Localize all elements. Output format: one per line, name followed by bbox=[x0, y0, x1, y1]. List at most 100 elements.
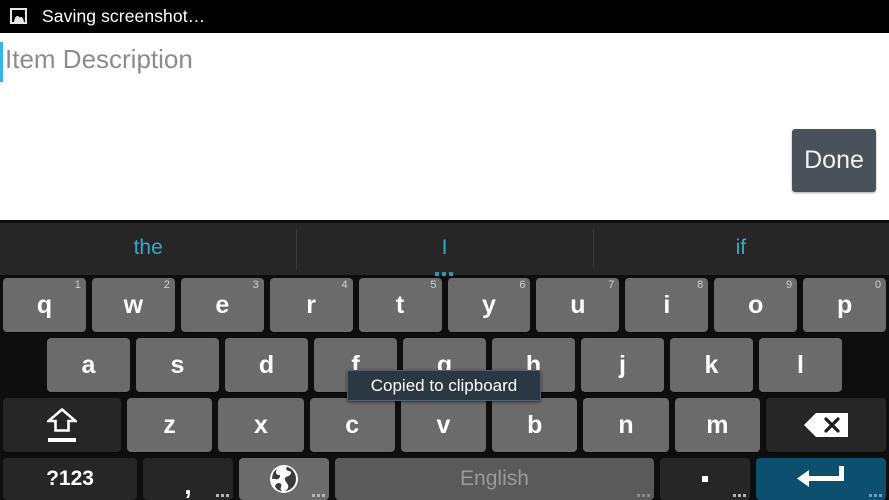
shift-key[interactable] bbox=[3, 398, 121, 452]
long-press-hint-icon bbox=[733, 494, 746, 497]
long-press-hint-icon bbox=[869, 494, 882, 497]
suggestion-label: the bbox=[133, 235, 163, 259]
long-press-hint-icon bbox=[312, 494, 325, 497]
key-number-hint: 2 bbox=[163, 279, 170, 291]
key-label bbox=[702, 476, 708, 482]
key-l[interactable]: l bbox=[759, 338, 842, 392]
key-label: u bbox=[570, 290, 586, 319]
key-p[interactable]: p 0 bbox=[803, 278, 887, 332]
text-caret bbox=[0, 42, 3, 82]
key-label: t bbox=[395, 290, 405, 319]
key-label: j bbox=[619, 350, 626, 379]
onscreen-keyboard: the I if q 1 w 2 e 3 r 4 t 5 y 6 u 7 i 8… bbox=[0, 220, 889, 500]
key-label: ?123 bbox=[46, 467, 94, 490]
key-label: i bbox=[663, 290, 671, 319]
image-icon bbox=[10, 7, 29, 26]
key-number-hint: 4 bbox=[341, 279, 348, 291]
globe-icon bbox=[270, 465, 298, 493]
key-label: s bbox=[170, 350, 185, 379]
key-number-hint: 6 bbox=[519, 279, 526, 291]
key-c[interactable]: c bbox=[309, 398, 395, 452]
key-label: a bbox=[81, 350, 96, 379]
comma-key[interactable]: , bbox=[143, 458, 233, 500]
key-label: d bbox=[258, 350, 275, 379]
key-q[interactable]: q 1 bbox=[3, 278, 86, 332]
key-number-hint: 7 bbox=[608, 279, 615, 291]
suggestion-item[interactable]: I bbox=[296, 223, 592, 276]
key-number-hint: 8 bbox=[697, 279, 704, 291]
key-u[interactable]: u 7 bbox=[536, 278, 620, 332]
key-label: x bbox=[253, 410, 268, 439]
language-switch-key[interactable] bbox=[239, 458, 329, 500]
keyboard-row-1: q 1 w 2 e 3 r 4 t 5 y 6 u 7 i 8 o 9 p 0 bbox=[0, 276, 889, 334]
row2-right-spacer bbox=[845, 336, 889, 394]
enter-key[interactable] bbox=[756, 458, 886, 500]
key-label: k bbox=[704, 350, 719, 379]
key-o[interactable]: o 9 bbox=[714, 278, 798, 332]
item-description-input[interactable]: Item Description bbox=[5, 44, 193, 75]
backspace-icon bbox=[803, 413, 848, 437]
key-e[interactable]: e 3 bbox=[180, 278, 264, 332]
long-press-hint-icon bbox=[637, 494, 650, 497]
key-label: p bbox=[836, 290, 853, 319]
toast-message: Copied to clipboard bbox=[347, 370, 541, 401]
key-s[interactable]: s bbox=[136, 338, 219, 392]
keyboard-row-4: ?123 , English bbox=[0, 456, 889, 500]
key-d[interactable]: d bbox=[225, 338, 308, 392]
key-label: w bbox=[123, 290, 144, 319]
key-label: n bbox=[618, 410, 634, 439]
key-label: e bbox=[215, 290, 230, 319]
row2-left-spacer bbox=[0, 336, 44, 394]
status-bar-text: Saving screenshot… bbox=[42, 6, 206, 26]
key-number-hint: 0 bbox=[874, 279, 882, 291]
key-label: v bbox=[436, 410, 451, 439]
suggestion-item[interactable]: if bbox=[592, 223, 889, 275]
content-area: Item Description Done bbox=[0, 33, 889, 220]
enter-icon bbox=[797, 466, 844, 487]
key-j[interactable]: j bbox=[581, 338, 664, 392]
key-label: m bbox=[706, 410, 729, 439]
status-bar: Saving screenshot… bbox=[0, 0, 889, 33]
key-label: l bbox=[797, 350, 804, 379]
key-number-hint: 1 bbox=[74, 279, 81, 291]
key-number-hint: 5 bbox=[430, 279, 437, 291]
key-w[interactable]: w 2 bbox=[91, 278, 175, 332]
backspace-key[interactable] bbox=[765, 398, 886, 452]
space-label: English bbox=[460, 467, 529, 490]
space-key[interactable]: English bbox=[335, 458, 654, 500]
key-i[interactable]: i 8 bbox=[625, 278, 709, 332]
keyboard-row-3: z x c v b n m bbox=[0, 396, 889, 454]
key-label: y bbox=[482, 290, 496, 319]
suggestion-bar: the I if bbox=[0, 222, 889, 276]
key-number-hint: 9 bbox=[786, 279, 793, 291]
device-screen: Saving screenshot… Item Description Done… bbox=[0, 0, 889, 500]
key-n[interactable]: n bbox=[583, 398, 669, 452]
done-button[interactable]: Done bbox=[792, 129, 876, 192]
key-z[interactable]: z bbox=[127, 398, 213, 452]
key-label: , bbox=[184, 469, 192, 500]
key-m[interactable]: m bbox=[674, 398, 760, 452]
key-label: z bbox=[163, 410, 176, 439]
key-label: b bbox=[527, 410, 543, 439]
long-press-hint-icon bbox=[216, 494, 229, 497]
key-label: q bbox=[36, 290, 53, 319]
key-r[interactable]: r 4 bbox=[269, 278, 353, 332]
key-a[interactable]: a bbox=[47, 338, 130, 392]
key-t[interactable]: t 5 bbox=[358, 278, 442, 332]
period-key[interactable] bbox=[660, 458, 750, 500]
suggestion-label: if bbox=[735, 235, 747, 259]
suggestion-item[interactable]: the bbox=[0, 223, 296, 275]
symbols-key[interactable]: ?123 bbox=[3, 458, 137, 500]
key-x[interactable]: x bbox=[218, 398, 304, 452]
key-label: r bbox=[306, 290, 317, 319]
key-k[interactable]: k bbox=[670, 338, 753, 392]
key-number-hint: 3 bbox=[252, 279, 259, 291]
suggestion-label: I bbox=[441, 235, 448, 259]
toast-text: Copied to clipboard bbox=[370, 375, 518, 395]
shift-icon bbox=[40, 408, 84, 442]
key-label: o bbox=[748, 290, 764, 319]
key-b[interactable]: b bbox=[492, 398, 578, 452]
key-v[interactable]: v bbox=[400, 398, 487, 452]
key-y[interactable]: y 6 bbox=[447, 278, 531, 332]
key-label: c bbox=[345, 410, 360, 439]
